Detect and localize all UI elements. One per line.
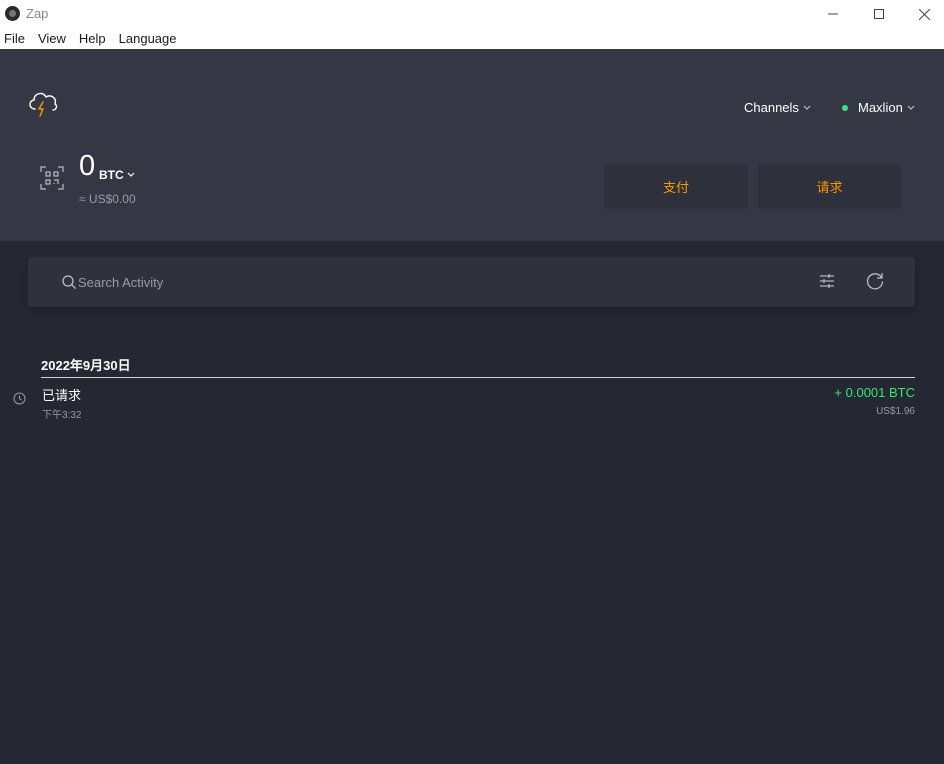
search-input[interactable] — [78, 272, 778, 292]
cloud-lightning-icon — [29, 92, 58, 117]
clock-icon — [13, 392, 26, 405]
app-icon — [5, 6, 20, 21]
chevron-down-icon — [907, 105, 915, 110]
qr-code-icon — [40, 166, 64, 190]
chevron-down-icon — [803, 105, 811, 110]
activity-amount: + 0.0001 BTC — [834, 385, 915, 400]
currency-selector[interactable]: BTC — [99, 168, 135, 182]
activity-time: 下午3:32 — [42, 410, 82, 421]
close-icon — [918, 8, 930, 20]
search-icon — [62, 275, 76, 289]
minimize-icon — [828, 13, 838, 15]
balance-amount: 0 — [79, 150, 96, 182]
wallet-menu[interactable]: Maxlion — [842, 100, 915, 115]
chevron-down-icon — [127, 172, 135, 177]
title-bar: Zap — [0, 0, 944, 28]
zap-logo — [26, 87, 60, 124]
activity-title: 已请求 — [42, 388, 82, 403]
online-status-dot — [842, 104, 848, 111]
menu-language[interactable]: Language — [119, 31, 177, 46]
date-divider — [41, 377, 915, 378]
wallet-header: Channels Maxlion 0 BTC ≈ US$0.00 支付 请求 — [0, 49, 944, 241]
window-title: Zap — [26, 6, 49, 21]
pay-button[interactable]: 支付 — [604, 164, 748, 209]
qr-code-button[interactable] — [40, 166, 64, 195]
filter-button[interactable] — [818, 272, 836, 295]
close-button[interactable] — [901, 0, 944, 28]
currency-label: BTC — [99, 168, 124, 182]
balance-fiat: ≈ US$0.00 — [79, 192, 136, 206]
menu-file[interactable]: File — [4, 31, 25, 46]
menu-bar: File View Help Language — [0, 28, 944, 49]
activity-fiat: US$1.96 — [876, 406, 915, 417]
channels-label: Channels — [744, 100, 799, 115]
minimize-button[interactable] — [810, 0, 856, 28]
maximize-icon — [874, 9, 884, 19]
sliders-icon — [820, 274, 834, 288]
refresh-button[interactable] — [865, 271, 885, 296]
activity-search-bar — [28, 257, 915, 307]
menu-view[interactable]: View — [38, 31, 66, 46]
menu-help[interactable]: Help — [79, 31, 106, 46]
activity-date-header: 2022年9月30日 — [41, 358, 131, 373]
request-button[interactable]: 请求 — [758, 164, 901, 209]
wallet-name: Maxlion — [858, 100, 903, 115]
maximize-button[interactable] — [856, 0, 902, 28]
refresh-icon — [866, 273, 884, 290]
channels-menu[interactable]: Channels — [744, 100, 811, 115]
